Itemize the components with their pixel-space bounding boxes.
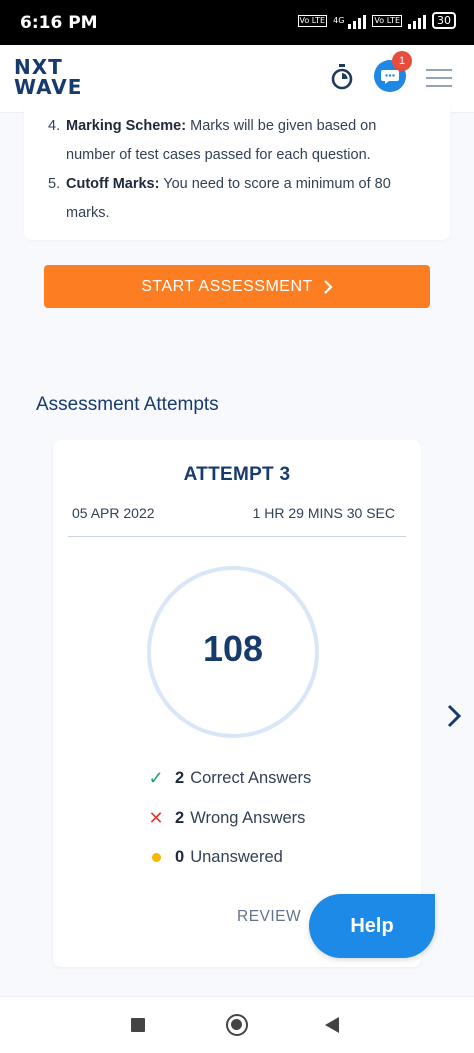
logo-line-1: NXT: [14, 55, 63, 79]
instruction-item: 5. Cutoff Marks: You need to score a min…: [48, 170, 418, 228]
help-button[interactable]: Help: [309, 894, 435, 958]
status-bar: 6:16 PM Vo LTE 4G Vo LTE 30: [0, 0, 474, 45]
signal-icon-2: [408, 13, 426, 29]
divider: [68, 536, 406, 537]
volte-icon: Vo LTE: [297, 14, 328, 27]
instructions-list: 4. Marking Scheme: Marks will be given b…: [48, 112, 418, 228]
signal-icon: [348, 13, 367, 29]
attempt-title: ATTEMPT 3: [183, 464, 291, 485]
stat-wrong: ✕ 2 Wrong Answers: [145, 808, 305, 829]
notification-badge: 1: [392, 51, 412, 71]
instruction-number: 4.: [48, 118, 61, 134]
start-assessment-button[interactable]: START ASSESSMENT: [44, 265, 430, 308]
stat-label: Correct Answers: [190, 769, 312, 787]
stat-count: 2: [175, 769, 185, 787]
network-type: 4G: [333, 16, 345, 25]
back-icon[interactable]: [325, 1017, 339, 1033]
timer-icon[interactable]: [330, 63, 354, 91]
instruction-title: Marking Scheme:: [66, 118, 187, 134]
nxtwave-logo[interactable]: NXT WAVE: [14, 57, 84, 97]
check-icon: ✓: [148, 768, 164, 788]
attempt-duration: 1 HR 29 MINS 30 SEC: [252, 505, 395, 521]
attempt-date: 05 APR 2022: [72, 505, 155, 521]
stat-label: Unanswered: [190, 848, 283, 866]
status-time: 6:16 PM: [20, 13, 98, 33]
start-assessment-label: START ASSESSMENT: [141, 277, 313, 295]
battery-icon: 30: [432, 12, 456, 29]
review-button[interactable]: REVIEW: [237, 908, 301, 926]
attempt-card: ATTEMPT 3 05 APR 2022 1 HR 29 MINS 30 SE…: [53, 440, 421, 967]
cross-icon: ✕: [148, 808, 164, 828]
logo-line-2: WAVE: [14, 75, 83, 99]
score-value: 108: [202, 628, 264, 669]
stat-correct: ✓ 2 Correct Answers: [145, 768, 311, 789]
instruction-number: 5.: [48, 176, 61, 192]
stat-label: Wrong Answers: [190, 809, 306, 827]
chevron-right-icon: [324, 279, 333, 294]
volte-icon-2: Vo LTE: [372, 14, 402, 27]
stat-unanswered: 0 Unanswered: [145, 848, 283, 867]
status-icons: Vo LTE 4G Vo LTE 30: [297, 12, 456, 29]
instruction-item: 4. Marking Scheme: Marks will be given b…: [48, 112, 418, 170]
recents-icon[interactable]: [131, 1018, 145, 1032]
stat-count: 2: [175, 809, 185, 827]
home-icon[interactable]: [226, 1014, 248, 1036]
chevron-right-icon[interactable]: [443, 702, 465, 730]
dot-icon: [145, 848, 167, 867]
menu-icon[interactable]: [426, 69, 452, 89]
stat-count: 0: [175, 848, 185, 866]
instruction-title: Cutoff Marks:: [66, 176, 160, 192]
system-nav-bar: [0, 996, 474, 1053]
section-title: Assessment Attempts: [36, 394, 219, 415]
